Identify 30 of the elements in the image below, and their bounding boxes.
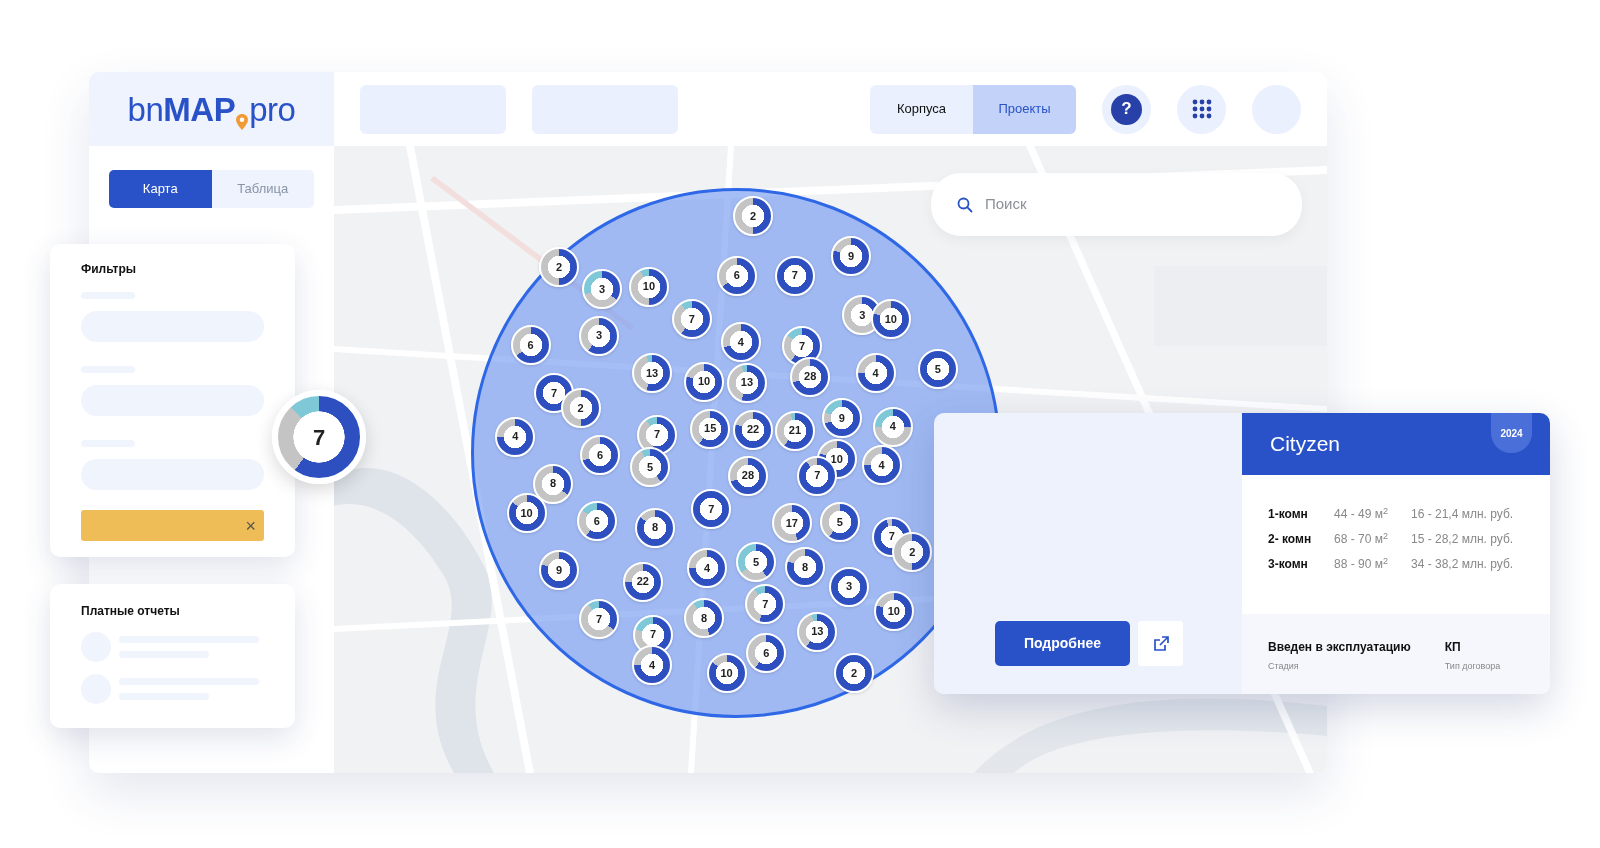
- help-button[interactable]: ?: [1102, 84, 1151, 134]
- room-type: 1-комн: [1268, 506, 1309, 523]
- room-type: 2- комн: [1268, 531, 1313, 548]
- external-link-button[interactable]: [1138, 621, 1183, 666]
- year-badge: 2024: [1491, 413, 1532, 453]
- view-toggle-tab[interactable]: Корпуса: [870, 84, 973, 134]
- apps-button[interactable]: [1177, 84, 1226, 134]
- close-button[interactable]: ×: [245, 516, 256, 535]
- price-range: 34 - 38,2 млн. руб.: [1411, 556, 1514, 573]
- price-range: 16 - 21,4 млн. руб.: [1411, 506, 1514, 523]
- view-toggle-tab[interactable]: Проекты: [973, 84, 1076, 134]
- grid-icon: [1191, 99, 1212, 119]
- room-type: 3-комн: [1268, 556, 1309, 573]
- details-button[interactable]: Подробнее: [995, 621, 1130, 666]
- field-value: КП: [1444, 639, 1462, 656]
- panel-title: Платные отчеты: [81, 604, 181, 619]
- project-title: Cityzen: [1270, 431, 1341, 457]
- search-field[interactable]: Поиск: [983, 192, 1276, 217]
- panel-title: Фильтры: [81, 262, 138, 277]
- field-value: Введен в эксплуатацию: [1268, 639, 1411, 656]
- search-bar[interactable]: Поиск: [931, 173, 1302, 236]
- area-range: 88 - 90 м$^{2}$: [1334, 555, 1389, 573]
- field-label: Стадия: [1268, 660, 1300, 673]
- price-range: 15 - 28,2 млн. руб.: [1411, 531, 1514, 548]
- area-range: 68 - 70 м$^{2}$: [1334, 530, 1389, 548]
- view-tab[interactable]: Карта: [109, 170, 212, 208]
- field-label: Тип договора: [1444, 660, 1501, 673]
- area-range: 44 - 49 м$^{2}$: [1334, 505, 1389, 523]
- search-icon: [957, 196, 973, 213]
- external-link-icon: [1152, 635, 1169, 652]
